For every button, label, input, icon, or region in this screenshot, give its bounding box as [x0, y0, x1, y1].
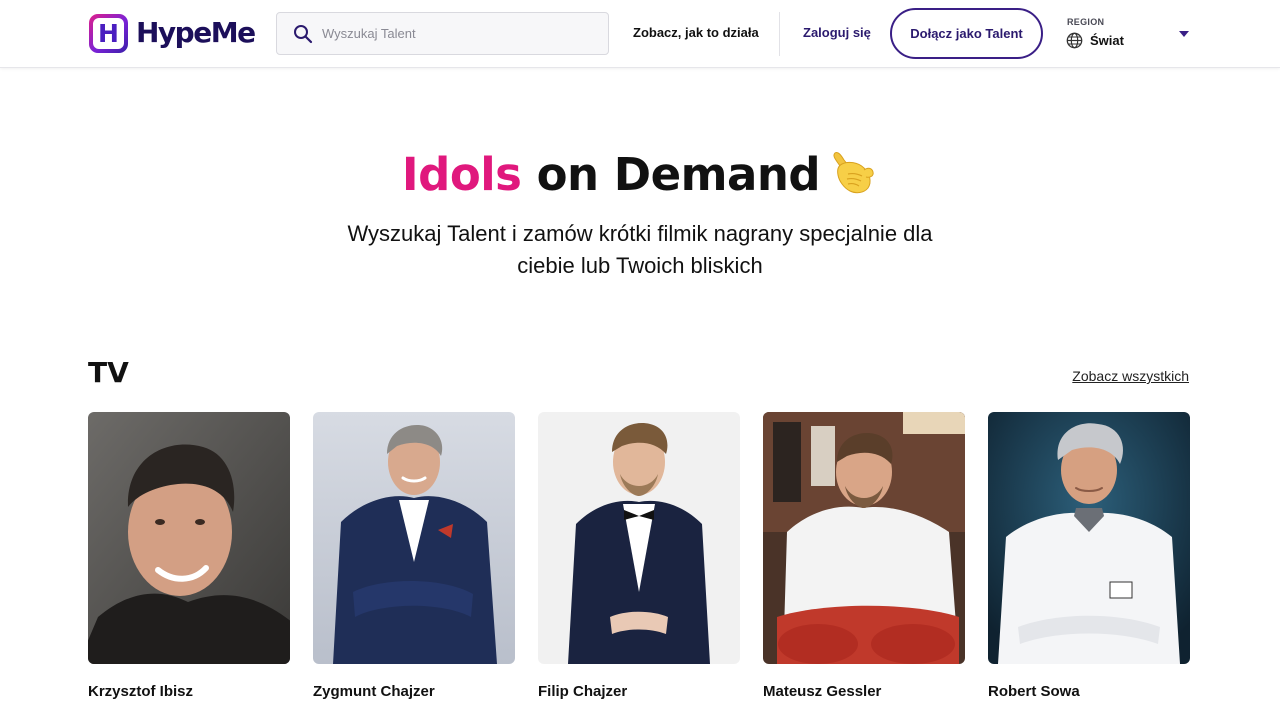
talent-card[interactable]: Robert Sowa [988, 412, 1190, 700]
hero-title-accent: Idols [401, 148, 522, 201]
talent-photo[interactable] [313, 412, 515, 664]
talent-card[interactable]: Mateusz Gessler [763, 412, 965, 700]
section-title-tv: TV [88, 356, 129, 389]
talent-name[interactable]: Robert Sowa [988, 683, 1080, 700]
login-link[interactable]: Zaloguj się [803, 25, 871, 40]
talent-photo[interactable] [88, 412, 290, 664]
talent-card[interactable]: Zygmunt Chajzer [313, 412, 515, 700]
region-value: Świat [1090, 33, 1124, 48]
talent-photo[interactable] [538, 412, 740, 664]
globe-icon [1066, 32, 1083, 49]
search-box[interactable] [276, 12, 609, 55]
talent-name[interactable]: Zygmunt Chajzer [313, 683, 435, 700]
talent-name[interactable]: Filip Chajzer [538, 683, 627, 700]
how-it-works-link[interactable]: Zobacz, jak to działa [633, 25, 759, 40]
top-navigation-bar: H HypeMe Zobacz, jak to działa Zaloguj s… [0, 0, 1280, 68]
logo-wordmark: HypeMe [136, 16, 256, 49]
hero-subtitle: Wyszukaj Talent i zamów krótki filmik na… [347, 221, 933, 278]
hero-title-rest: on Demand [536, 148, 821, 201]
search-input[interactable] [322, 18, 592, 49]
hypeme-logo[interactable]: H HypeMe [89, 13, 256, 53]
talent-card[interactable]: Filip Chajzer [538, 412, 740, 700]
logo-mark-letter: H [98, 18, 119, 48]
talent-cards-row: Krzysztof Ibisz Zygmunt Chajzer Filip Ch… [88, 412, 1190, 708]
talent-photo[interactable] [763, 412, 965, 664]
chevron-down-icon[interactable] [1179, 31, 1189, 37]
region-selector[interactable]: REGION Świat [1066, 15, 1190, 55]
search-icon[interactable] [293, 24, 313, 44]
call-me-hand-icon [826, 148, 878, 200]
talent-name[interactable]: Mateusz Gessler [763, 683, 881, 700]
talent-photo[interactable] [988, 412, 1190, 664]
talent-card[interactable]: Krzysztof Ibisz [88, 412, 290, 700]
talent-name[interactable]: Krzysztof Ibisz [88, 683, 193, 700]
region-label: REGION [1067, 17, 1105, 27]
nav-divider [779, 12, 780, 56]
join-as-talent-button[interactable]: Dołącz jako Talent [890, 8, 1043, 59]
hero-title: Idols on Demand [0, 148, 1280, 204]
see-all-link[interactable]: Zobacz wszystkich [1072, 368, 1189, 384]
logo-mark-icon: H [89, 13, 128, 53]
